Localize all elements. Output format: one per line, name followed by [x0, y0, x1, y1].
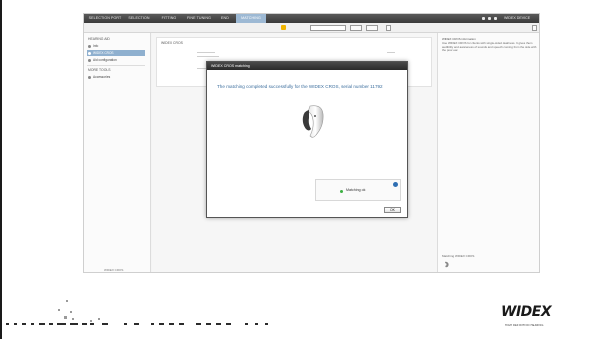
warning-icon[interactable]: [281, 25, 286, 30]
menubar: SELECTION PORT SELECTION FITTING FINE TU…: [84, 14, 539, 23]
info-body: Use WIDEX CROS for clients with single-s…: [442, 41, 537, 53]
toolbar: [84, 23, 539, 33]
decorative-dot: [90, 320, 92, 322]
accessories-icon: [88, 75, 91, 79]
decorative-dot: [64, 316, 67, 319]
decorative-dot: [58, 309, 60, 311]
logo-wordmark: WIDEX: [501, 304, 552, 320]
menu-icon-2[interactable]: [488, 17, 491, 20]
left-sidebar: HEARING AID Info WIDEX CROS Aid configur…: [84, 33, 151, 272]
toolbar-button-a[interactable]: [350, 24, 362, 31]
toolbar-select[interactable]: [310, 24, 346, 31]
decorative-dot: [70, 311, 72, 313]
dialog-message: The matching completed successfully for …: [217, 84, 383, 89]
decorative-dot: [72, 318, 74, 320]
status-text: Matching ok: [346, 188, 366, 192]
hearing-aid-icon[interactable]: [443, 261, 450, 268]
status-ok-icon: [340, 189, 343, 193]
menu-item-matching[interactable]: MATCHING: [236, 14, 266, 23]
menu-icon-3[interactable]: [494, 17, 497, 20]
info-dot-icon: [393, 182, 398, 187]
panel-text-line: [197, 52, 215, 53]
panel-text-line: [387, 52, 395, 53]
sidebar-heading-tools: MORE TOOLS: [88, 68, 111, 72]
right-info-pane: WIDEX CROS information Use WIDEX CROS fo…: [437, 33, 539, 272]
matching-dialog: WIDEX CROS matching The matching complet…: [206, 61, 408, 218]
sidebar-divider: [87, 65, 145, 66]
info-footer-label: Matching WIDEX CROS: [442, 254, 475, 258]
sidebar-item-label: Aid configuration: [93, 58, 117, 62]
sidebar-item-label: Info: [93, 44, 99, 48]
panel-title: WIDEX CROS: [161, 41, 183, 45]
cros-icon: [88, 51, 91, 55]
decorative-dot: [98, 318, 100, 320]
left-edge-rule: [0, 0, 2, 339]
toolbar-button-close[interactable]: [532, 24, 537, 31]
sidebar-heading: HEARING AID: [88, 37, 110, 41]
status-box: Matching ok: [315, 179, 401, 201]
menu-item-selection-port[interactable]: SELECTION PORT: [88, 14, 122, 23]
decorative-dot: [66, 300, 68, 302]
toolbar-button-b[interactable]: [366, 24, 378, 31]
widex-logo: WIDEX HIGH DEFINITION HEARING: [491, 301, 577, 335]
info-icon: [88, 44, 91, 48]
sidebar-item-label: Accessories: [93, 75, 111, 79]
hearing-aid-icon: [302, 105, 324, 138]
sidebar-item-label: WIDEX CROS: [93, 51, 114, 55]
menu-item-end[interactable]: END: [216, 14, 234, 23]
menu-device-label[interactable]: WIDEX DEVICE: [504, 14, 530, 23]
sidebar-footer: WIDEX CROS: [104, 268, 124, 272]
configuration-icon: [88, 58, 91, 62]
toolbar-button-c[interactable]: [386, 24, 391, 31]
logo-tagline: HIGH DEFINITION HEARING: [505, 324, 544, 327]
dialog-title: WIDEX CROS matching: [211, 64, 250, 68]
menu-item-fine-tuning[interactable]: FINE TUNING: [184, 14, 214, 23]
menu-item-fitting[interactable]: FITTING: [156, 14, 182, 23]
sidebar-item-aid-configuration[interactable]: Aid configuration: [87, 57, 145, 63]
ok-button[interactable]: OK: [384, 207, 401, 213]
panel-text-line: [197, 56, 219, 57]
menu-icon-1[interactable]: [482, 17, 485, 20]
menu-item-selection[interactable]: SELECTION: [124, 14, 154, 23]
slide-stage: SELECTION PORT SELECTION FITTING FINE TU…: [0, 0, 592, 339]
decorative-dotted-line: [6, 323, 306, 328]
sidebar-item-widex-cros[interactable]: WIDEX CROS: [87, 50, 145, 56]
sidebar-item-info[interactable]: Info: [87, 43, 145, 49]
sidebar-item-accessories[interactable]: Accessories: [87, 74, 145, 80]
dialog-title-bar: WIDEX CROS matching: [207, 62, 407, 70]
